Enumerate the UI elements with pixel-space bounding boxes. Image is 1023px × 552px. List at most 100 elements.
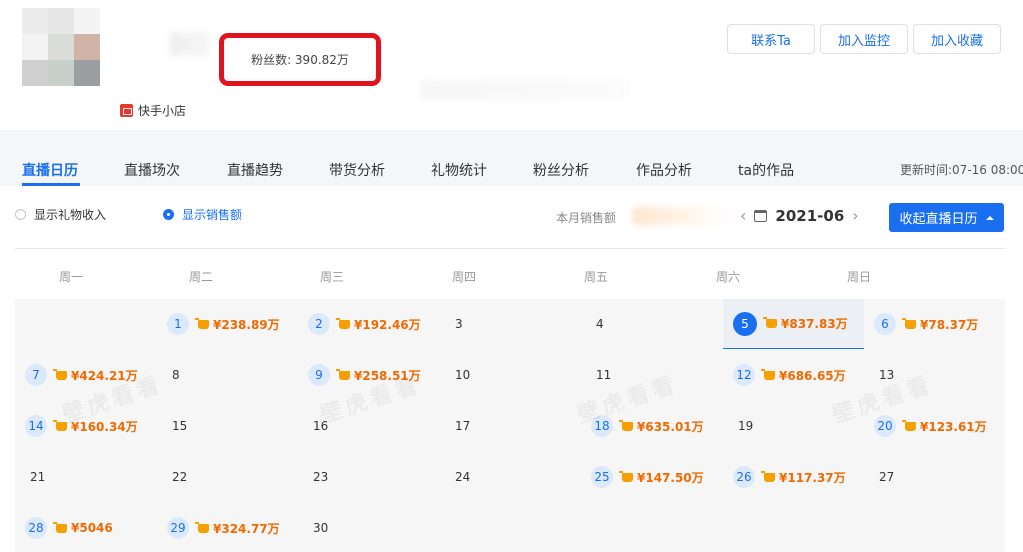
cart-icon xyxy=(619,470,633,482)
day-sales: ¥635.01万 xyxy=(637,419,704,434)
day-number: 24 xyxy=(455,470,471,484)
cart-icon xyxy=(336,368,350,380)
calendar-day[interactable]: 20 ¥123.61万 xyxy=(864,401,1005,451)
next-month-icon[interactable]: › xyxy=(852,206,858,225)
day-sales: ¥686.65万 xyxy=(779,368,846,383)
calendar-day[interactable]: 27 xyxy=(864,452,1005,502)
day-number: 30 xyxy=(313,521,329,535)
add-monitor-button[interactable]: 加入监控 xyxy=(820,24,908,54)
day-number-badge: 14 xyxy=(25,415,47,437)
calendar-day[interactable]: 15 xyxy=(157,401,298,451)
day-number: 4 xyxy=(596,317,604,331)
calendar-day[interactable]: 17 xyxy=(440,401,581,451)
tab-ta-works[interactable]: ta的作品 xyxy=(738,160,794,180)
fans-count: 粉丝数: 390.82万 xyxy=(251,53,349,67)
day-sales: ¥837.83万 xyxy=(781,317,848,331)
calendar-day[interactable]: 6 ¥78.37万 xyxy=(864,299,1005,349)
calendar-day[interactable]: 26 ¥117.37万 xyxy=(723,452,864,502)
prev-month-icon[interactable]: ‹ xyxy=(740,206,746,225)
cart-icon xyxy=(619,419,633,431)
calendar-day[interactable]: 22 xyxy=(157,452,298,502)
day-sales: ¥160.34万 xyxy=(71,419,138,434)
weekday-thu: 周四 xyxy=(452,270,477,284)
day-number: 22 xyxy=(172,470,188,484)
add-favorite-button[interactable]: 加入收藏 xyxy=(913,24,1001,54)
calendar-day[interactable]: 9 ¥258.51万 xyxy=(298,350,439,400)
calendar-day[interactable]: 1 ¥238.89万 xyxy=(157,299,298,349)
day-number: 3 xyxy=(455,317,463,331)
fans-count-highlight: 粉丝数: 390.82万 xyxy=(219,33,381,86)
radio-gift-income[interactable]: 显示礼物收入 xyxy=(15,206,106,223)
calendar-day[interactable]: 25 ¥147.50万 xyxy=(581,452,722,502)
tab-gift-stats[interactable]: 礼物统计 xyxy=(431,160,487,180)
calendar-day[interactable]: 10 xyxy=(440,350,581,400)
weekday-fri: 周五 xyxy=(584,270,609,284)
day-number: 19 xyxy=(738,419,754,433)
day-sales: ¥238.89万 xyxy=(213,317,280,332)
cart-icon xyxy=(902,317,916,329)
calendar-day[interactable]: 24 xyxy=(440,452,581,502)
weekday-sat: 周六 xyxy=(716,270,741,284)
calendar-day[interactable]: 19 xyxy=(723,401,864,451)
calendar-day[interactable]: 11 xyxy=(581,350,722,400)
calendar-day[interactable]: 14 ¥160.34万 xyxy=(15,401,156,451)
radio-show-sales-label: 显示销售额 xyxy=(182,208,243,222)
day-number-badge: 28 xyxy=(25,517,47,539)
day-sales: ¥324.77万 xyxy=(213,521,280,536)
calendar-day[interactable]: 18 ¥635.01万 xyxy=(581,401,722,451)
weekday-sun: 周日 xyxy=(847,270,872,284)
calendar-day[interactable]: 12 ¥686.65万 xyxy=(723,350,864,400)
radio-show-sales[interactable]: 显示销售额 xyxy=(163,206,242,223)
collapse-calendar-button[interactable]: 收起直播日历 xyxy=(889,203,1004,232)
calendar-day[interactable]: 5 ¥837.83万 xyxy=(723,299,864,349)
calendar-day[interactable]: 30 xyxy=(298,503,439,552)
day-number: 15 xyxy=(172,419,188,433)
day-sales: ¥147.50万 xyxy=(637,470,704,485)
calendar-day[interactable]: 28 ¥5046 xyxy=(15,503,156,552)
day-number-badge: 7 xyxy=(25,364,47,386)
calendar-day[interactable]: 21 xyxy=(15,452,156,502)
day-sales: ¥123.61万 xyxy=(920,419,987,434)
day-sales: ¥192.46万 xyxy=(354,317,421,332)
shop-tag[interactable]: 快手小店 xyxy=(120,102,186,119)
month-sales-label: 本月销售额 xyxy=(556,211,617,225)
calendar-day[interactable]: 2 ¥192.46万 xyxy=(298,299,439,349)
tab-live-calendar[interactable]: 直播日历 xyxy=(22,160,78,180)
day-number: 11 xyxy=(596,368,612,382)
calendar-day[interactable]: 16 xyxy=(298,401,439,451)
contact-button[interactable]: 联系Ta xyxy=(727,24,815,54)
calendar-day[interactable]: 23 xyxy=(298,452,439,502)
weekday-mon: 周一 xyxy=(59,270,84,284)
calendar-icon xyxy=(754,209,768,222)
tab-fans-analysis[interactable]: 粉丝分析 xyxy=(533,160,589,180)
day-number-badge: 12 xyxy=(733,364,755,386)
cart-icon xyxy=(53,368,67,380)
calendar-day[interactable]: 13 xyxy=(864,350,1005,400)
tab-live-sessions[interactable]: 直播场次 xyxy=(124,160,180,180)
day-number-badge: 25 xyxy=(591,466,613,488)
current-month[interactable]: 2021-06 xyxy=(775,207,844,225)
day-number-badge: 1 xyxy=(167,313,189,335)
day-number: 21 xyxy=(30,470,46,484)
day-number: 10 xyxy=(455,368,471,382)
cart-icon xyxy=(902,419,916,431)
calendar-day[interactable]: 29 ¥324.77万 xyxy=(157,503,298,552)
calendar-day[interactable]: 3 xyxy=(440,299,581,349)
calendar-day[interactable]: 4 xyxy=(581,299,722,349)
blurred-name xyxy=(170,32,210,56)
day-number-badge: 29 xyxy=(167,517,189,539)
day-number: 17 xyxy=(455,419,471,433)
tab-live-trend[interactable]: 直播趋势 xyxy=(227,160,283,180)
weekday-wed: 周三 xyxy=(320,270,345,284)
calendar-day[interactable]: 8 xyxy=(157,350,298,400)
cart-icon xyxy=(195,317,209,329)
day-sales: ¥424.21万 xyxy=(71,368,138,383)
day-number-badge: 2 xyxy=(308,313,330,335)
cart-icon xyxy=(336,317,350,329)
calendar-day[interactable]: 7 ¥424.21万 xyxy=(15,350,156,400)
cart-icon xyxy=(761,368,775,380)
month-navigator: ‹ 2021-06 › xyxy=(740,206,859,225)
radio-gift-income-label: 显示礼物收入 xyxy=(34,208,107,222)
tab-works-analysis[interactable]: 作品分析 xyxy=(636,160,692,180)
tab-sales-analysis[interactable]: 带货分析 xyxy=(329,160,385,180)
